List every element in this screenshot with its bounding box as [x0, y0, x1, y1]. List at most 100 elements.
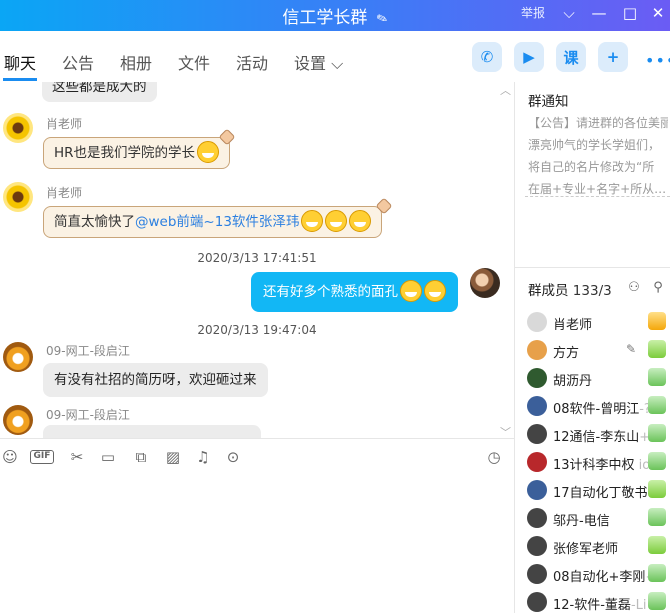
group-name: 信工学长群 — [282, 8, 368, 28]
members-count: 133/3 — [572, 283, 612, 299]
tab-files[interactable]: 文件 — [178, 50, 210, 74]
gif-icon[interactable]: GIF — [30, 450, 54, 464]
message-bubble-self[interactable]: 还有好多个熟悉的面孔 — [251, 272, 458, 312]
avatar[interactable] — [3, 405, 33, 435]
member-badge-icon — [648, 452, 666, 470]
member-name: 08软件-曾明江-? — [553, 402, 648, 417]
avatar — [527, 508, 547, 528]
scroll-down-icon[interactable]: ﹀ — [500, 424, 511, 438]
phone-icon[interactable]: ✆ — [472, 42, 502, 72]
member-item[interactable]: 胡沥丹 — [527, 367, 670, 391]
notice-line: 漂亮帅气的学长学姐们， — [528, 138, 661, 152]
members-title: 群成员 133/3 — [528, 279, 612, 299]
member-search-people-icon[interactable]: ⚇ — [626, 280, 642, 296]
video-icon[interactable]: ▶ — [514, 42, 544, 72]
maximize-icon[interactable]: □ — [619, 2, 641, 24]
avatar[interactable] — [3, 342, 33, 372]
history-clock-icon[interactable]: ◷ — [484, 447, 504, 467]
member-item[interactable]: 13计科李中权 io — [527, 451, 670, 475]
chat-area[interactable]: 这些都是成大的 ︿ 肖老师 HR也是我们学院的学长 肖老师 简直太愉快了@web… — [0, 82, 514, 438]
close-icon[interactable]: ✕ — [647, 2, 669, 24]
member-item[interactable]: 方方 ✎ — [527, 339, 670, 363]
sender-name: 肖老师 — [46, 117, 83, 131]
notice-body[interactable]: 【公告】请进群的各位美丽 漂亮帅气的学长学姐们， 将自己的名片修改为“所 在届+专业+… — [528, 112, 668, 200]
message-bubble[interactable]: 简直太愉快了@web前端~13软件张泽玮 — [43, 206, 383, 238]
pencil-icon[interactable]: ✎ — [626, 342, 636, 356]
avatar — [527, 564, 547, 584]
grin-emoji-icon — [325, 210, 348, 232]
folder-icon[interactable]: ▭ — [98, 447, 118, 467]
member-badge-icon — [648, 592, 666, 610]
member-name: 胡沥丹 — [553, 374, 593, 389]
active-tab-indicator — [3, 78, 37, 81]
notice-line: 将自己的名片修改为“所 — [528, 160, 655, 174]
member-item[interactable]: 08软件-曾明江-? — [527, 395, 670, 419]
avatar — [527, 536, 547, 556]
admin-badge-icon — [648, 480, 666, 498]
search-icon[interactable]: ⚲ — [650, 280, 666, 296]
more-icon[interactable]: ••• — [645, 51, 670, 70]
member-badge-icon — [648, 396, 666, 414]
scroll-up-icon[interactable]: ︿ — [500, 82, 511, 98]
avatar — [527, 452, 547, 472]
avatar[interactable] — [3, 182, 33, 212]
member-item[interactable]: 肖老师 — [527, 311, 670, 335]
message-bubble[interactable]: HR也是我们学院的学长 — [43, 137, 231, 169]
member-item[interactable]: 12通信-李东山+ — [527, 423, 670, 447]
more-circle-icon[interactable]: ⊙ — [223, 447, 243, 467]
member-item[interactable]: 12-软件-董磊-Li — [527, 591, 670, 615]
message-text: 这些都是成大的 — [52, 82, 147, 95]
avatar — [527, 424, 547, 444]
member-item[interactable]: 08自动化+李刚+ — [527, 563, 670, 587]
member-item[interactable]: 张修军老师 — [527, 535, 670, 559]
tab-bar: 聊天 公告 相册 文件 活动 设置 ⌵ ✆ ▶ 课 + ••• — [0, 31, 670, 82]
add-app-icon[interactable]: + — [598, 42, 628, 72]
avatar-self[interactable] — [470, 268, 500, 298]
sender-name: 肖老师 — [46, 186, 83, 200]
bell-icon[interactable]: ♫ — [193, 447, 213, 467]
tab-activities[interactable]: 活动 — [236, 50, 268, 74]
minimize-icon[interactable]: — — [588, 2, 610, 24]
member-name: 17自动化丁敬书 — [553, 486, 648, 501]
tab-album[interactable]: 相册 — [120, 50, 152, 74]
tab-settings[interactable]: 设置 ⌵ — [294, 50, 343, 74]
class-icon[interactable]: 课 — [556, 42, 586, 72]
message-bubble[interactable]: 这些都是成大的 — [42, 82, 157, 102]
message-bubble[interactable]: 有没有社招的简历呀，欢迎砸过来 — [43, 363, 268, 397]
member-name: 肖老师 — [553, 318, 593, 333]
emoji-icon[interactable]: ☺ — [0, 447, 20, 467]
member-item[interactable]: 邬丹-电信 — [527, 507, 670, 531]
pencil-icon[interactable]: ✎ — [375, 11, 390, 29]
message-text: 有没有社招的简历呀，欢迎砸过来 — [54, 372, 257, 388]
member-name: 12-软件-董磊-Li — [553, 598, 647, 613]
member-name: 邬丹-电信 — [553, 514, 610, 529]
member-item[interactable]: 17自动化丁敬书 — [527, 479, 670, 503]
timestamp: 2020/3/13 17:41:51 — [197, 251, 317, 265]
input-area[interactable]: ☺ GIF ✂ ▭ ⧉ ▨ ♫ ⊙ ◷ — [0, 438, 514, 613]
tab-chat[interactable]: 聊天 — [4, 50, 36, 74]
message-bubble[interactable] — [43, 425, 261, 438]
avatar[interactable] — [3, 113, 33, 143]
mention-link[interactable]: @web前端~13软件张泽玮 — [135, 214, 299, 230]
avatar — [527, 396, 547, 416]
title-bar: 信工学长群 ✎ 举报 ⌵ — □ ✕ — [0, 0, 670, 31]
avatar — [527, 340, 547, 360]
chevron-down-icon[interactable]: ⌵ — [558, 2, 580, 24]
member-badge-icon — [648, 424, 666, 442]
screenshot-icon[interactable]: ⧉ — [131, 447, 151, 467]
group-sidebar: 群通知 【公告】请进群的各位美丽 漂亮帅气的学长学姐们， 将自己的名片修改为“所 在届… — [515, 82, 670, 613]
admin-badge-icon — [648, 340, 666, 358]
smile-emoji-icon — [197, 141, 220, 163]
avatar — [527, 368, 547, 388]
report-button[interactable]: 举报 — [521, 4, 545, 21]
class-label: 课 — [563, 48, 579, 67]
member-name: 12通信-李东山+ — [553, 430, 648, 445]
scissors-icon[interactable]: ✂ — [67, 447, 87, 467]
notice-line: 【公告】请进群的各位美丽 — [528, 116, 668, 130]
member-badge-icon — [648, 508, 666, 526]
section-divider — [515, 267, 670, 268]
member-name: 13计科李中权 io — [553, 458, 648, 473]
image-icon[interactable]: ▨ — [163, 447, 183, 467]
member-name: 张修军老师 — [553, 542, 619, 557]
tab-announcement[interactable]: 公告 — [62, 50, 94, 74]
